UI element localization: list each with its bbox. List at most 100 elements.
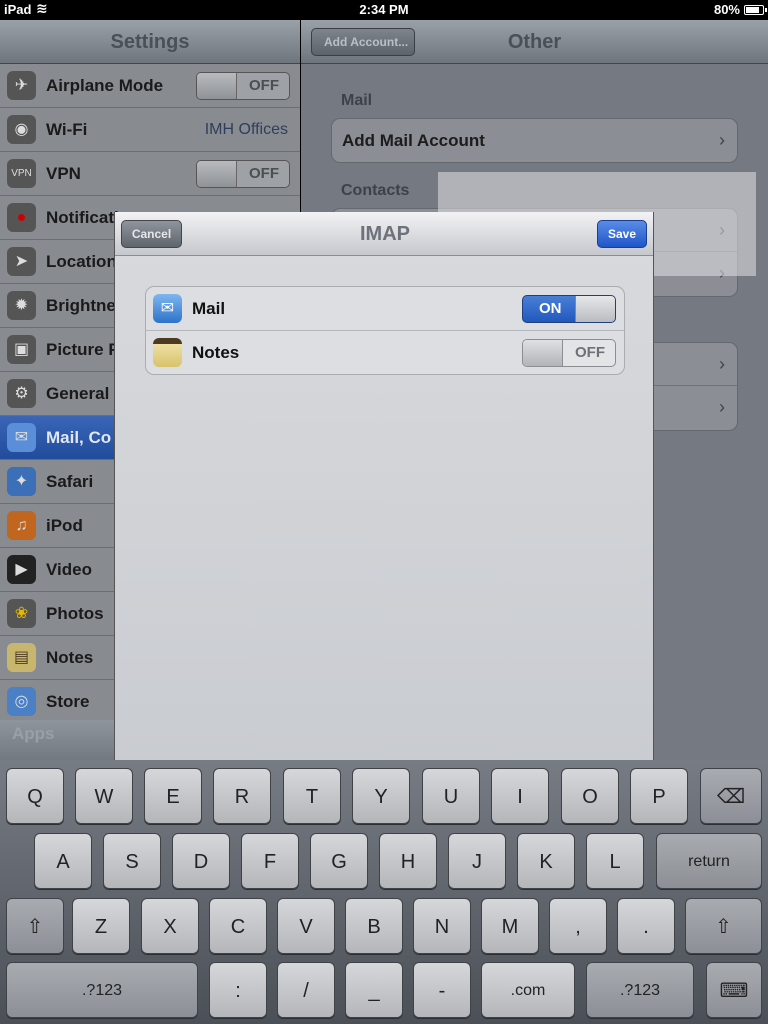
key-e[interactable]: E — [144, 768, 202, 824]
numbers-key-left[interactable]: .?123 — [6, 962, 198, 1018]
key-u[interactable]: U — [422, 768, 480, 824]
vpn-icon: VPN — [7, 159, 36, 188]
add-mail-account-label: Add Mail Account — [342, 131, 485, 150]
battery-icon — [744, 5, 767, 15]
key-a[interactable]: A — [34, 833, 92, 889]
mail-group: Add Mail Account › — [331, 118, 738, 163]
shift-right-key[interactable]: ⇧ — [685, 898, 762, 954]
key-slash[interactable]: / — [277, 962, 335, 1018]
key-z[interactable]: Z — [72, 898, 130, 954]
modal-title: IMAP — [360, 223, 410, 245]
clock: 2:34 PM — [359, 2, 409, 17]
ipod-icon: ♫ — [7, 511, 36, 540]
vpn-switch[interactable]: OFF — [196, 160, 290, 188]
mail-icon: ✉ — [153, 294, 182, 323]
sidebar-item-label: Notificati — [46, 208, 119, 227]
sidebar-item-label: Store — [46, 692, 90, 711]
sidebar-item-vpn[interactable]: VPN VPN OFF — [0, 152, 300, 196]
mail-sync-switch[interactable]: ON — [522, 295, 616, 323]
key-k[interactable]: K — [517, 833, 575, 889]
key-p[interactable]: P — [630, 768, 688, 824]
key-m[interactable]: M — [481, 898, 539, 954]
sidebar-title: Settings — [0, 20, 300, 64]
wifi-network-value: IMH Offices — [204, 121, 288, 138]
key-j[interactable]: J — [448, 833, 506, 889]
sidebar-item-label: Picture F — [46, 340, 119, 359]
keyboard-hide-icon[interactable]: ⌨ — [706, 962, 762, 1018]
key-w[interactable]: W — [75, 768, 133, 824]
notes-icon — [153, 338, 182, 367]
backspace-key[interactable]: ⌫ — [700, 768, 762, 824]
sidebar-item-airplane-mode[interactable]: ✈ Airplane Mode OFF — [0, 64, 300, 108]
key-x[interactable]: X — [141, 898, 199, 954]
sidebar-item-label: Brightne — [46, 296, 116, 315]
key-i[interactable]: I — [491, 768, 549, 824]
sidebar-item-label: Safari — [46, 472, 94, 491]
key-v[interactable]: V — [277, 898, 335, 954]
shift-left-key[interactable]: ⇧ — [6, 898, 64, 954]
key-s[interactable]: S — [103, 833, 161, 889]
switch-knob — [523, 340, 563, 366]
apps-section-label: Apps — [12, 724, 55, 743]
notes-sync-row: Notes OFF — [146, 331, 624, 374]
switch-knob — [197, 161, 237, 187]
chevron-right-icon: › — [719, 354, 725, 374]
notes-sync-switch[interactable]: OFF — [522, 339, 616, 367]
sidebar-item-wifi[interactable]: ◉ Wi-Fi IMH Offices — [0, 108, 300, 152]
mail-icon: ✉ — [7, 423, 36, 452]
airplane-mode-switch[interactable]: OFF — [196, 72, 290, 100]
detail-title: Other — [507, 31, 562, 53]
key-d[interactable]: D — [172, 833, 230, 889]
key-underscore[interactable]: _ — [345, 962, 403, 1018]
save-button[interactable]: Save — [597, 220, 647, 248]
key-comma[interactable]: , — [549, 898, 607, 954]
airplane-icon: ✈ — [7, 71, 36, 100]
key-n[interactable]: N — [413, 898, 471, 954]
key-r[interactable]: R — [213, 768, 271, 824]
imap-modal: Cancel IMAP Save ✉ Mail ON Notes OFF — [114, 212, 654, 760]
switch-state: OFF — [249, 77, 279, 94]
sidebar-item-label: Photos — [46, 604, 104, 623]
key-period[interactable]: . — [617, 898, 675, 954]
add-mail-account-row[interactable]: Add Mail Account › — [332, 119, 737, 162]
key-b[interactable]: B — [345, 898, 403, 954]
key-colon[interactable]: : — [209, 962, 267, 1018]
sidebar-item-label: Mail, Co — [46, 428, 112, 447]
key-h[interactable]: H — [379, 833, 437, 889]
notifications-icon: ● — [7, 203, 36, 232]
key-g[interactable]: G — [310, 833, 368, 889]
key-f[interactable]: F — [241, 833, 299, 889]
key-y[interactable]: Y — [352, 768, 410, 824]
sync-options-group: ✉ Mail ON Notes OFF — [145, 286, 625, 375]
switch-state: ON — [539, 300, 562, 317]
sidebar-item-label: Location — [46, 252, 117, 271]
safari-icon: ✦ — [7, 467, 36, 496]
return-key[interactable]: return — [656, 833, 762, 889]
key-l[interactable]: L — [586, 833, 644, 889]
brightness-icon: ✹ — [7, 291, 36, 320]
sidebar-item-label: Notes — [46, 648, 94, 667]
key-q[interactable]: Q — [6, 768, 64, 824]
numbers-key-right[interactable]: .?123 — [586, 962, 694, 1018]
dotcom-key[interactable]: .com — [481, 962, 575, 1018]
switch-state: OFF — [575, 344, 605, 361]
wifi-icon: ◉ — [7, 115, 36, 144]
onscreen-keyboard: Q W E R T Y U I O P ⌫ A S D F G H J K L … — [0, 760, 768, 1024]
sidebar-item-label: Airplane Mode — [46, 76, 164, 95]
picture-frame-icon: ▣ — [7, 335, 36, 364]
chevron-right-icon: › — [719, 397, 725, 417]
mail-sync-row: ✉ Mail ON — [146, 287, 624, 331]
switch-state: OFF — [249, 165, 279, 182]
key-c[interactable]: C — [209, 898, 267, 954]
gear-icon: ⚙ — [7, 379, 36, 408]
sidebar-item-label: iPod — [46, 516, 83, 535]
notes-icon: ▤ — [7, 643, 36, 672]
key-t[interactable]: T — [283, 768, 341, 824]
battery-percent: 80% — [713, 2, 740, 17]
switch-knob — [197, 73, 237, 99]
sidebar-item-label: VPN — [46, 164, 81, 183]
sidebar-item-label: General — [46, 384, 110, 403]
switch-knob — [575, 296, 615, 322]
key-o[interactable]: O — [561, 768, 619, 824]
key-dash[interactable]: - — [413, 962, 471, 1018]
